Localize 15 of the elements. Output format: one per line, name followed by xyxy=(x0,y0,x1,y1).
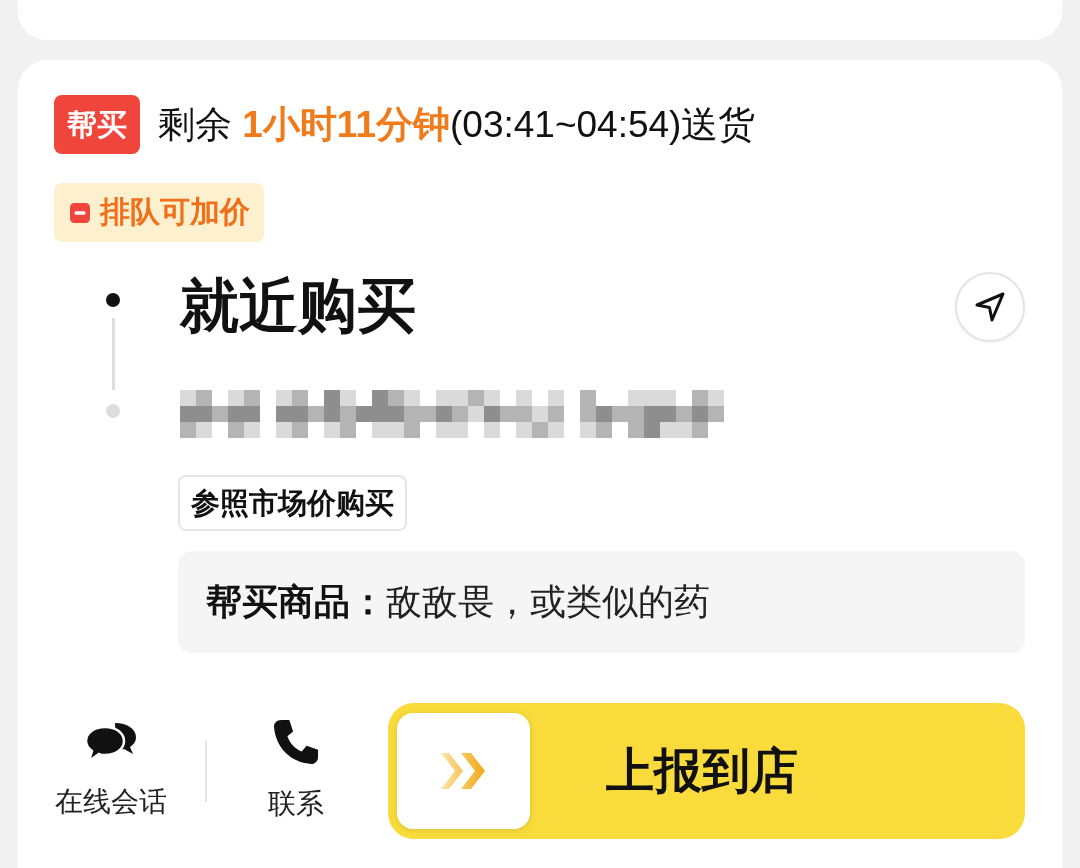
chat-button[interactable]: 在线会话 xyxy=(54,721,168,821)
delivery-time-text: 剩余 1小时11分钟(03:41~04:54)送货 xyxy=(158,102,756,147)
navigation-arrow-icon xyxy=(975,292,1005,322)
market-price-tag: 参照市场价购买 xyxy=(178,475,407,531)
store-title: 就近购买 xyxy=(180,272,416,341)
goods-text: 帮买商品：敌敌畏，或类似的药 xyxy=(206,579,710,624)
coupon-icon xyxy=(70,202,90,223)
report-arrival-button[interactable]: 上报到店 xyxy=(388,703,1025,839)
timeline-dot-icon xyxy=(106,404,120,418)
timeline-dot-icon xyxy=(106,293,120,307)
double-chevron-icon xyxy=(397,713,530,829)
call-button[interactable]: 联系 xyxy=(237,719,355,823)
phone-icon xyxy=(273,719,319,765)
tag-label: 排队可加价 xyxy=(100,194,250,230)
order-type-badge: 帮买 xyxy=(54,95,140,154)
